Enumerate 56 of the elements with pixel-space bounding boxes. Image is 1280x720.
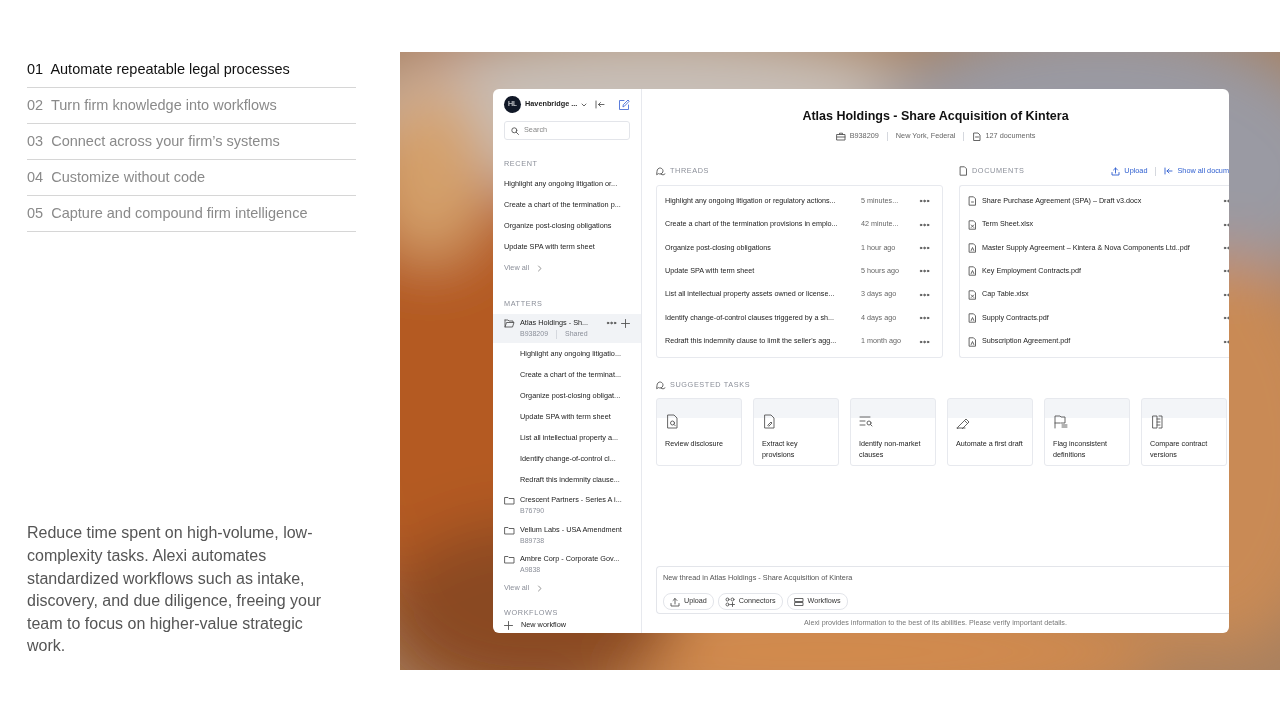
compare-columns-icon [1150,413,1165,429]
document-icon [968,196,977,207]
matter-heading: Atlas Holdings - Share Acquisition of Kintera [801,108,1070,125]
upload-icon [670,596,680,607]
more-icon[interactable] [1223,221,1229,228]
more-icon[interactable] [1223,291,1229,298]
description-paragraph: Reduce time spent on high-volume, low-complexity tasks. Alexi automates standardized workflows such as intake, discovery, and due diligence, freeing your team to focus on higher-value strategic work. [27,523,323,657]
briefcase-icon [835,131,846,141]
chevron-right-icon [537,264,542,272]
search-icon [511,126,519,135]
open-folder-icon [504,317,515,328]
feature-tab[interactable]: 03 Connect across your firm’s systems [27,124,356,160]
document-icon [968,336,977,347]
tasks-icon [656,381,666,391]
more-icon[interactable] [919,291,930,298]
feature-tab[interactable]: 05 Capture and compound firm intelligence [27,196,356,232]
collapse-icon[interactable] [1164,167,1174,176]
document-icon [968,243,977,254]
documents-icon [972,131,982,141]
feature-tab[interactable]: 01 Automate repeatable legal processes [27,52,356,88]
add-icon[interactable] [621,318,630,328]
more-icon[interactable] [919,315,930,322]
flag-list-icon [1053,413,1068,429]
more-icon[interactable] [1223,315,1229,322]
threads-icon [656,166,666,176]
document-pen-icon [762,413,777,429]
connectors-icon [724,596,735,607]
folder-icon [504,554,515,565]
compose-icon[interactable] [618,98,630,111]
more-icon[interactable] [1223,338,1229,345]
more-icon[interactable] [1223,268,1229,275]
more-icon[interactable] [919,245,930,252]
feature-tab[interactable]: 04 Customize without code [27,160,356,196]
document-search-icon [665,413,680,429]
folder-icon [504,495,515,506]
upload-icon[interactable] [1111,166,1121,176]
chevron-down-icon [581,101,588,108]
more-icon[interactable] [1223,198,1229,205]
folder-icon [504,524,515,535]
collapse-sidebar-icon[interactable] [595,100,606,109]
spreadsheet-icon [968,289,977,300]
more-icon[interactable] [1223,245,1229,252]
feature-tab[interactable]: 02 Turn firm knowledge into workflows [27,88,356,124]
spreadsheet-icon [968,219,977,230]
document-icon [959,166,968,177]
chevron-right-icon [537,585,542,593]
list-search-icon [859,413,874,429]
stack-icon [793,596,804,607]
document-icon [968,266,977,277]
document-icon [968,313,977,324]
more-icon[interactable] [919,268,930,275]
more-icon[interactable] [919,338,930,345]
more-icon[interactable] [919,198,930,205]
more-icon[interactable] [606,320,617,327]
add-icon [504,621,513,631]
more-icon[interactable] [919,221,930,228]
